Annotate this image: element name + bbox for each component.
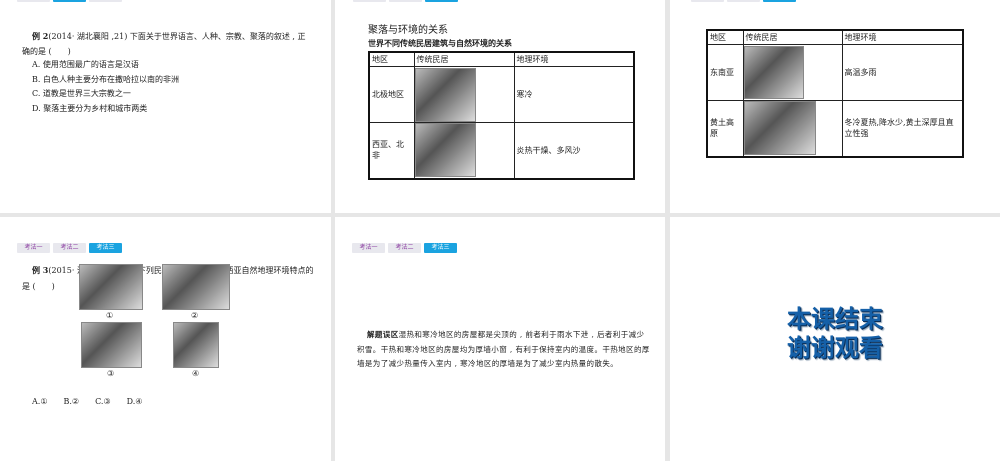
tab-kaofa-1[interactable]	[353, 0, 386, 2]
tab-kaofa-1[interactable]	[691, 0, 724, 2]
cell-region: 西亚、北非	[368, 122, 415, 179]
tab-kaofa-2[interactable]: 考法二	[53, 243, 86, 253]
header-dwelling: 传统民居	[413, 51, 515, 67]
dwelling-table: 地区 传统民居 地理环境 东南亚 高温多雨 黄土高原 冬冷夏热,降水少,黄土深厚且直立性…	[706, 29, 964, 158]
question-number: 例 3	[32, 265, 49, 275]
slide-5[interactable]: 考法一 考法二 考法三 解题误区湿热和寒冷地区的房屋都是尖顶的 , 前者利于雨水…	[335, 217, 665, 461]
option-d: D. 聚落主要分为乡村和城市两类	[32, 103, 148, 113]
tab-bar	[17, 0, 122, 2]
section-heading: 聚落与环境的关系	[368, 25, 448, 36]
cell-region: 黄土高原	[706, 100, 744, 157]
question-text: 例 2(2014· 湖北襄阳 ,21) 下面关于世界语言、人种、宗教、聚落的叙述…	[22, 29, 312, 59]
question-stem: (2014· 湖北襄阳 ,21) 下面关于世界语言、人种、宗教、聚落的叙述 , …	[22, 32, 306, 56]
tab-kaofa-3[interactable]	[89, 0, 122, 2]
photo-1-water-town	[79, 264, 143, 310]
cave-dwelling-image	[743, 101, 816, 156]
tab-kaofa-2[interactable]: 考法二	[388, 243, 421, 253]
slide-2[interactable]: 聚落与环境的关系 世界不同传统民居建筑与自然环境的关系 地区 传统民居 地理环境 北…	[335, 0, 665, 213]
tab-kaofa-2[interactable]	[727, 0, 760, 2]
igloo-image	[414, 67, 476, 122]
explanation-label: 解题误区	[367, 330, 399, 339]
tab-kaofa-2[interactable]	[53, 0, 86, 2]
tab-bar	[353, 0, 458, 2]
slide-1[interactable]: 例 2(2014· 湖北襄阳 ,21) 下面关于世界语言、人种、宗教、聚落的叙述…	[0, 0, 331, 213]
tab-kaofa-1[interactable]: 考法一	[352, 243, 385, 253]
cell-region: 东南亚	[706, 44, 744, 101]
caption-2: ②	[191, 311, 199, 320]
option-b: B. 白色人种主要分布在撒哈拉以南的非洲	[32, 74, 179, 84]
tab-bar: 考法一 考法二 考法三	[352, 243, 457, 253]
tab-kaofa-1[interactable]	[17, 0, 50, 2]
header-environment: 地理环境	[513, 51, 635, 67]
header-region: 地区	[706, 29, 744, 45]
tab-bar	[691, 0, 796, 2]
slide-6[interactable]: 本课结束 谢谢观看	[670, 217, 1000, 461]
end-line-2: 谢谢观看	[787, 334, 883, 362]
cell-region: 北极地区	[368, 66, 415, 123]
explanation-text: 湿热和寒冷地区的房屋都是尖顶的 , 前者利于雨水下泄 , 后者利于减少积雪。干热…	[357, 330, 650, 368]
options: A. 使用范围最广的语言是汉语 B. 白色人种主要分布在撒哈拉以南的非洲 C. …	[32, 58, 179, 116]
header-environment: 地理环境	[841, 29, 964, 45]
dwelling-table: 地区 传统民居 地理环境 北极地区 寒冷 西亚、北非 炎热干燥、多风沙	[368, 51, 635, 180]
caption-1: ①	[106, 311, 114, 320]
slide-4[interactable]: 考法一 考法二 考法三 例 3(2015· 江苏连云港 ,25) 下列民居建筑中…	[0, 217, 331, 461]
table-caption: 世界不同传统民居建筑与自然环境的关系	[368, 39, 512, 48]
cell-environment: 炎热干燥、多风沙	[513, 122, 635, 179]
cell-environment: 高温多雨	[841, 44, 964, 101]
photo-4-stilt-house	[173, 322, 219, 368]
question-number: 例 2	[32, 31, 49, 41]
caption-4: ④	[192, 369, 200, 378]
tab-kaofa-3[interactable]: 考法三	[424, 243, 457, 253]
photo-2-desert-town	[162, 264, 230, 310]
cell-environment: 寒冷	[513, 66, 635, 123]
tab-kaofa-1[interactable]: 考法一	[17, 243, 50, 253]
header-dwelling: 传统民居	[742, 29, 843, 45]
tab-kaofa-2[interactable]	[389, 0, 422, 2]
tab-kaofa-3[interactable]	[763, 0, 796, 2]
tab-kaofa-3[interactable]	[425, 0, 458, 2]
options: A.① B.② C.③ D.④	[32, 397, 143, 406]
end-message: 本课结束 谢谢观看	[670, 305, 1000, 363]
end-line-1: 本课结束	[787, 305, 883, 333]
option-a: A. 使用范围最广的语言是汉语	[32, 60, 139, 69]
tab-bar: 考法一 考法二 考法三	[17, 243, 122, 253]
tab-kaofa-3[interactable]: 考法三	[89, 243, 122, 253]
cell-environment: 冬冷夏热,降水少,黄土深厚且直立性强	[841, 100, 964, 157]
header-region: 地区	[368, 51, 415, 67]
explanation: 解题误区湿热和寒冷地区的房屋都是尖顶的 , 前者利于雨水下泄 , 后者利于减少积…	[357, 328, 651, 372]
option-c: C. 道教是世界三大宗教之一	[32, 89, 131, 98]
slide-3[interactable]: 地区 传统民居 地理环境 东南亚 高温多雨 黄土高原 冬冷夏热,降水少,黄土深厚且直立性…	[670, 0, 1000, 213]
stilt-house-image	[743, 46, 804, 99]
caption-3: ③	[107, 369, 115, 378]
adobe-house-image	[414, 123, 476, 178]
photo-3-cave-dwelling	[81, 322, 142, 368]
